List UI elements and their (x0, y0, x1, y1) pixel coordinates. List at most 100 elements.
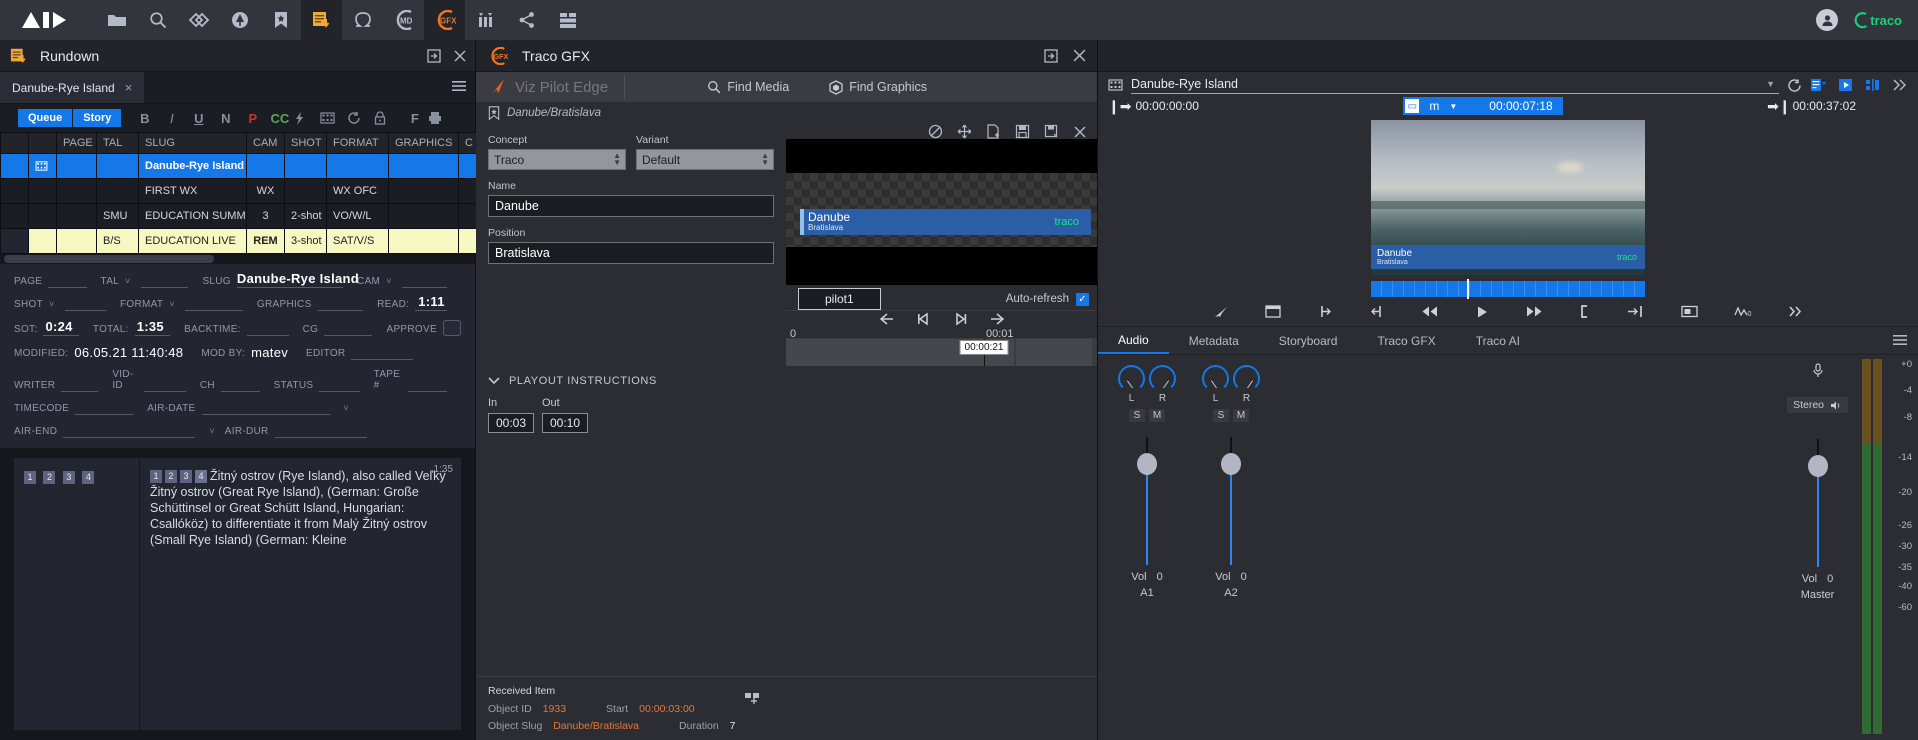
playout-header[interactable]: PLAYOUT INSTRUCTIONS (488, 375, 1085, 387)
table-row[interactable]: FIRST WX WX WX OFC (1, 179, 477, 204)
rundown-table[interactable]: PAGE TAL SLUG CAM SHOT FORMAT GRAPHICS C (0, 132, 477, 254)
vidid-field[interactable] (144, 378, 186, 392)
table-row[interactable]: B/S EDUCATION LIVE REM 3-shot SAT/V/S (1, 229, 477, 254)
expand-icon[interactable] (1892, 78, 1908, 92)
horizontal-scrollbar[interactable] (0, 254, 475, 264)
format-chevron-down-icon[interactable]: ˅ (169, 299, 175, 311)
asset-tabs-menu-icon[interactable] (1892, 333, 1908, 347)
hide-icon[interactable] (928, 124, 943, 139)
graphics-field[interactable] (318, 297, 364, 311)
pilot-tab[interactable]: pilot1 (798, 288, 881, 310)
slug-field[interactable]: Danube-Rye Island (237, 274, 343, 288)
mark-in-icon[interactable]: ❙➡ (1108, 98, 1131, 115)
gfx-icon[interactable]: GFX (424, 0, 465, 40)
search-icon[interactable] (137, 0, 178, 40)
current-timecode-group[interactable]: ▭ m ▼ 00:00:07:18 (1403, 97, 1562, 115)
folder-icon[interactable] (96, 0, 137, 40)
tal-chevron-down-icon[interactable]: ˅ (125, 276, 131, 288)
queue-button[interactable]: Queue (18, 109, 72, 127)
scrollbar-thumb[interactable] (4, 255, 214, 263)
cell-extra[interactable] (459, 154, 477, 179)
mark-out-icon[interactable]: ➡❙ (1767, 98, 1790, 115)
variant-select[interactable]: Default (636, 149, 774, 170)
row-marker[interactable] (1, 154, 29, 179)
timeline-ruler[interactable]: 0 00:01 (786, 327, 1097, 339)
tab-storyboard[interactable]: Storyboard (1259, 327, 1358, 354)
cell-extra[interactable] (459, 204, 477, 229)
fast-forward-icon[interactable] (1525, 305, 1543, 318)
presenter-button[interactable]: P (239, 111, 266, 126)
play-icon[interactable] (1475, 305, 1489, 319)
font-button[interactable]: F (401, 111, 428, 126)
mute-button[interactable]: M (1232, 408, 1250, 423)
rundown-menu-icon[interactable] (451, 79, 467, 93)
cell-shot[interactable] (285, 154, 327, 179)
insert-graphic-icon[interactable] (744, 687, 764, 707)
airdate-field[interactable] (202, 401, 330, 415)
mark-in-button[interactable] (1317, 305, 1333, 318)
row-icon[interactable] (29, 229, 57, 254)
media-icon[interactable] (465, 0, 506, 40)
cell-page[interactable] (57, 154, 97, 179)
close-icon[interactable] (1072, 48, 1087, 63)
auto-refresh-checkbox[interactable]: ✓ (1076, 293, 1089, 306)
table-row[interactable]: SMU EDUCATION SUMMIT 3 2-shot VO/W/L (1, 204, 477, 229)
clip-view-icon[interactable] (1265, 305, 1281, 318)
shot-chevron-down-icon[interactable]: ˅ (49, 299, 55, 311)
mark-out-button[interactable] (1369, 305, 1385, 318)
rundown-icon[interactable] (301, 0, 342, 40)
col-extra[interactable]: C (459, 133, 477, 154)
sot-field[interactable]: 0:24 (43, 322, 78, 336)
cell-shot[interactable] (285, 179, 327, 204)
position-input[interactable]: Bratislava (488, 242, 774, 264)
story-chip[interactable]: 3 (63, 471, 75, 484)
timeline-segment[interactable] (1016, 339, 1092, 366)
cell-tal[interactable] (97, 179, 139, 204)
cell-slug[interactable]: EDUCATION LIVE (139, 229, 247, 254)
metadata-icon[interactable] (1810, 78, 1826, 92)
backtime-field[interactable] (247, 322, 289, 336)
story-button[interactable]: Story (73, 109, 121, 127)
col-cam[interactable]: CAM (247, 133, 285, 154)
shot-field[interactable] (65, 297, 106, 311)
insert-edit-icon[interactable] (1627, 305, 1645, 318)
story-body[interactable]: 1234Žitný ostrov (Rye Island), also call… (140, 458, 461, 730)
revert-icon[interactable] (1787, 78, 1802, 93)
video-preview[interactable]: Danube Bratislava traco (1371, 120, 1645, 275)
story-box[interactable]: 1 2 3 4 1234Žitný ostrov (Rye Island), a… (14, 458, 461, 730)
cell-cam[interactable]: WX (247, 179, 285, 204)
cell-graphics[interactable] (389, 154, 459, 179)
lightning-icon[interactable] (293, 111, 320, 126)
closed-caption-button[interactable]: CC (266, 111, 293, 126)
status-field[interactable] (319, 378, 359, 392)
cell-format[interactable]: SAT/V/S (327, 229, 389, 254)
underline-button[interactable]: U (185, 111, 212, 126)
cell-tal[interactable]: SMU (97, 204, 139, 229)
editor-field[interactable] (351, 346, 413, 360)
fader-handle[interactable] (1808, 455, 1828, 477)
omega-icon[interactable] (342, 0, 383, 40)
step-back-icon[interactable] (916, 312, 932, 326)
rundown-tab[interactable]: Danube-Rye Island × (0, 72, 144, 103)
link-icon[interactable] (178, 0, 219, 40)
find-media-button[interactable]: Find Media (707, 80, 789, 95)
story-body-chip[interactable]: 3 (180, 470, 192, 483)
row-marker[interactable] (1, 204, 29, 229)
cell-tal[interactable] (97, 154, 139, 179)
tab-traco-gfx[interactable]: Traco GFX (1357, 327, 1455, 354)
popout-icon[interactable] (1044, 49, 1058, 63)
mute-button[interactable]: M (1148, 408, 1166, 423)
mic-icon[interactable] (1811, 363, 1825, 379)
auto-refresh-group[interactable]: Auto-refresh ✓ (1006, 293, 1089, 306)
timecode-in[interactable]: 00:00:00:00 (1135, 99, 1198, 113)
story-body-chip[interactable]: 4 (195, 470, 207, 483)
cell-format[interactable] (327, 154, 389, 179)
col-marker[interactable] (1, 133, 29, 154)
graphics-preview-stage[interactable]: Danube Bratislava traco (786, 139, 1097, 285)
asset-name-input[interactable]: Danube-Rye Island ▼ (1131, 77, 1779, 94)
variant-spinner-icon[interactable]: ▲▼ (761, 152, 769, 166)
concept-select-wrap[interactable]: Traco ▲▼ (488, 149, 626, 170)
airdate-chevron-down-icon[interactable]: ˅ (344, 403, 350, 415)
print-icon[interactable] (428, 111, 455, 125)
stereo-output-chip[interactable]: Stereo (1787, 397, 1848, 413)
